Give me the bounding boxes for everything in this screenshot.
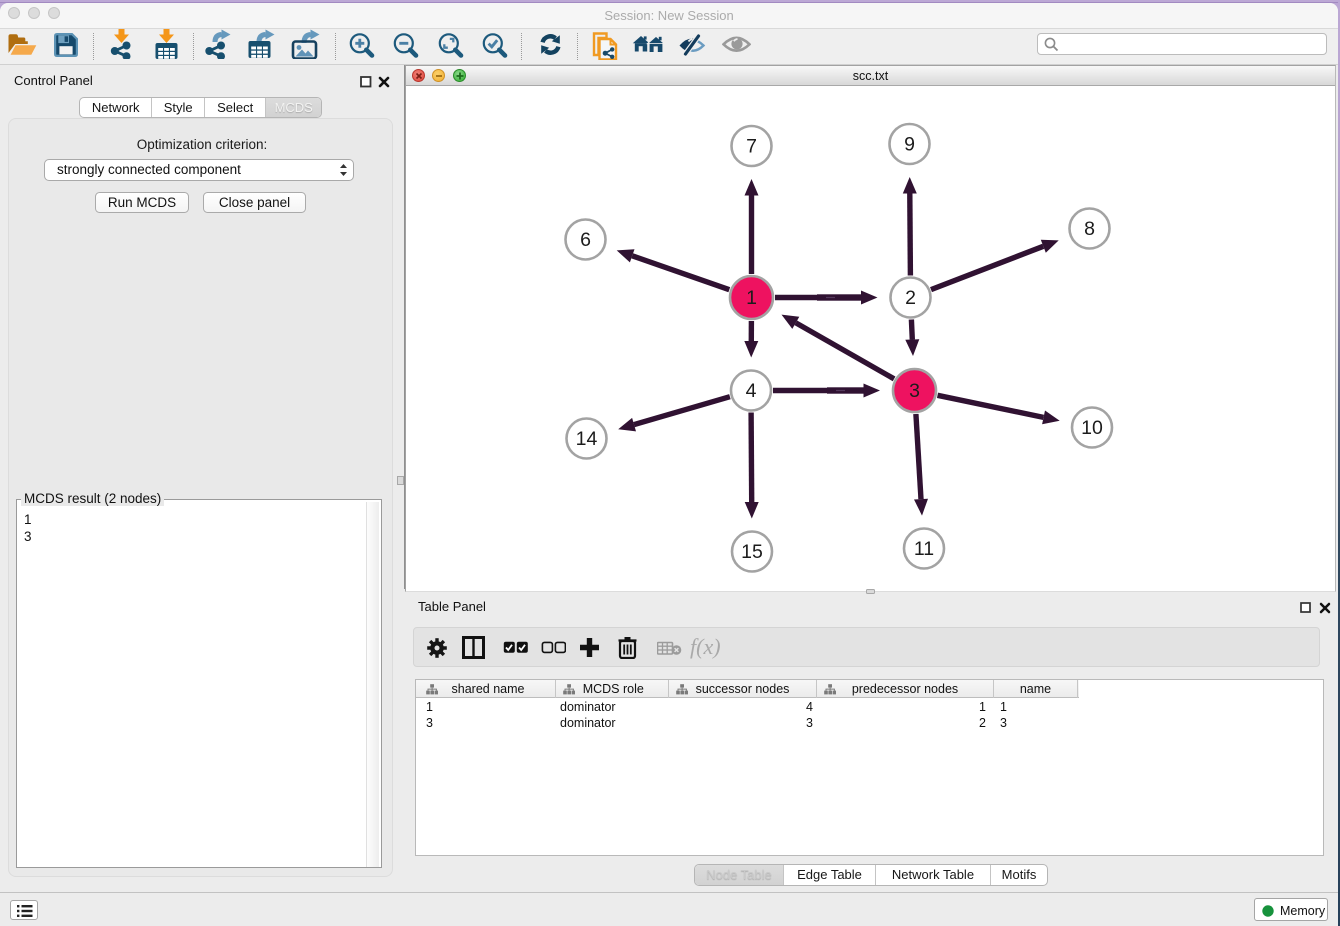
svg-text:9: 9	[904, 134, 915, 156]
svg-text:8: 8	[1084, 218, 1095, 240]
svg-text:7: 7	[746, 136, 757, 158]
svg-text:6: 6	[580, 229, 591, 251]
svg-text:3: 3	[909, 380, 920, 402]
svg-text:11: 11	[914, 538, 934, 560]
svg-text:2: 2	[905, 287, 916, 309]
svg-text:15: 15	[741, 541, 763, 563]
svg-text:4: 4	[746, 380, 757, 402]
svg-text:1: 1	[746, 287, 757, 309]
svg-text:14: 14	[576, 428, 598, 450]
svg-text:10: 10	[1081, 417, 1103, 439]
